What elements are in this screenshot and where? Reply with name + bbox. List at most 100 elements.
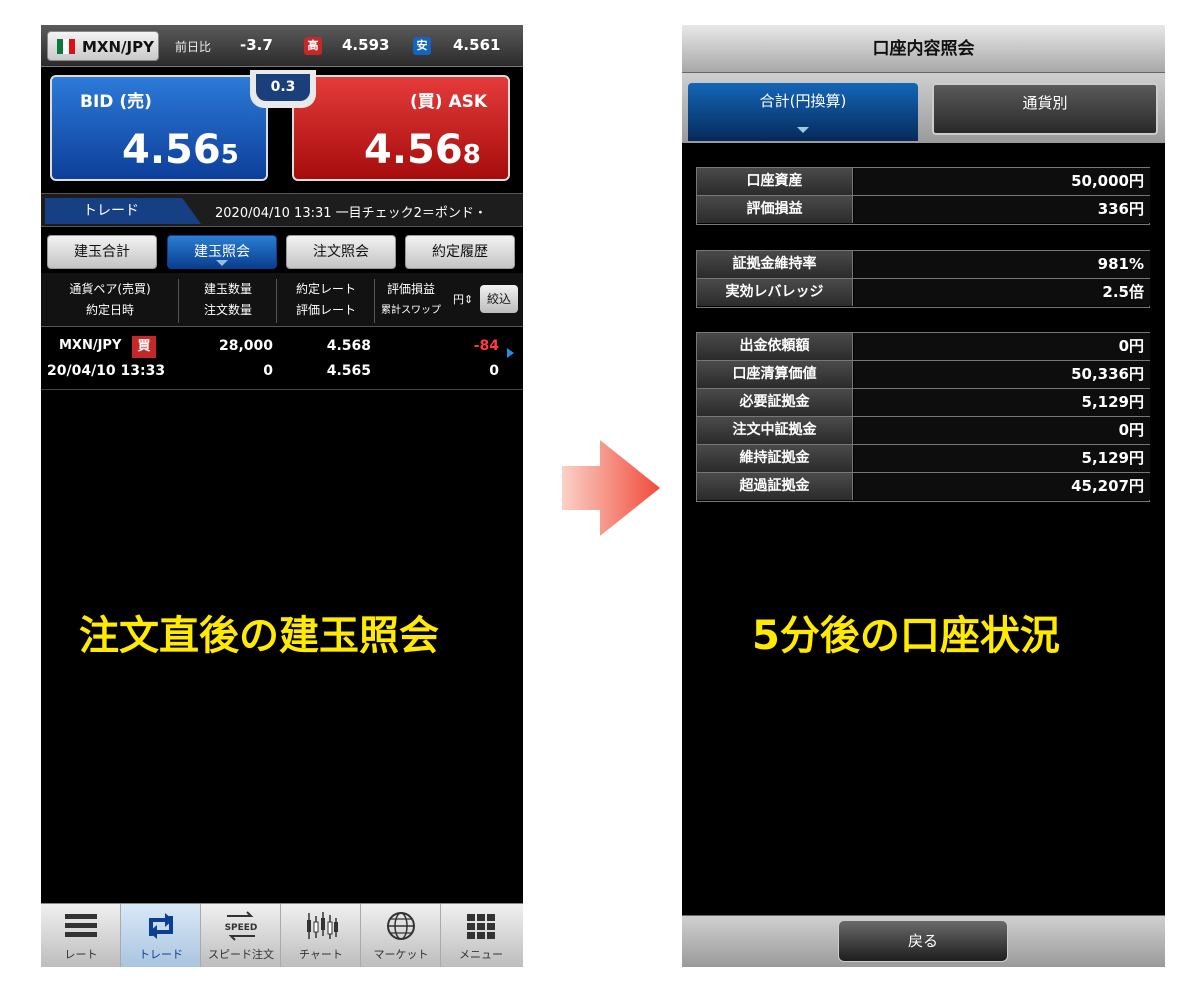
tab-chart-label: チャート	[299, 948, 343, 961]
table-row: 維持証拠金 5,129円	[697, 445, 1150, 473]
position-tabs: 建玉合計 建玉照会 注文照会 約定履歴	[41, 233, 523, 273]
bid-label: BID (売)	[80, 92, 152, 112]
sort-updown-icon: ⇕	[464, 293, 474, 306]
row-key: 出金依頼額	[697, 333, 853, 360]
tab-chart[interactable]: チャート	[281, 904, 361, 967]
speed-icon-text: SPEED	[225, 923, 258, 933]
tab-order-inquiry[interactable]: 注文照会	[286, 235, 396, 269]
tab-market[interactable]: マーケット	[361, 904, 441, 967]
low-value: 4.561	[453, 36, 501, 54]
margin-detail-table: 出金依頼額 0円 口座清算価値 50,336円 必要証拠金 5,129円 注文中証拠金…	[696, 332, 1150, 502]
low-badge: 安	[413, 37, 431, 55]
row-qty: 28,000	[218, 338, 273, 354]
header-divider	[178, 279, 179, 323]
candlestick-chart-icon	[307, 912, 338, 939]
spread-value: 0.3	[256, 74, 310, 101]
high-badge: 高	[304, 37, 322, 55]
footer-bar: 戻る	[682, 915, 1165, 967]
tab-total-jpy[interactable]: 合計(円換算)	[688, 83, 918, 141]
tab-trade-label: トレード	[139, 948, 183, 961]
top-bar: MXN/JPY 前日比 -3.7 高 4.593 安 4.561	[41, 25, 523, 67]
trade-label: トレード	[45, 198, 201, 224]
tab-position-inquiry[interactable]: 建玉照会	[167, 235, 277, 269]
row-value: 2.5倍	[854, 279, 1150, 306]
table-row: 必要証拠金 5,129円	[697, 389, 1150, 417]
row-key: 必要証拠金	[697, 389, 853, 416]
row-value: 50,336円	[854, 361, 1150, 388]
row-value: 50,000円	[854, 168, 1150, 195]
row-value: 45,207円	[854, 473, 1150, 500]
tab-execution-history[interactable]: 約定履歴	[405, 235, 515, 269]
table-row[interactable]: MXN/JPY 買 20/04/10 13:33 28,000 0 4.568 …	[41, 328, 523, 390]
unit-label: 円	[453, 293, 464, 306]
table-row: 評価損益 336円	[697, 196, 1150, 224]
header-swap-label: 累計スワップ	[381, 305, 441, 316]
header-rate-label: 約定レート	[295, 282, 356, 296]
change-label: 前日比	[175, 40, 212, 54]
row-eval-rate: 4.565	[326, 363, 371, 379]
margin-ratio-table: 証拠金維持率 981% 実効レバレッジ 2.5倍	[696, 250, 1150, 308]
header-pl: 評価損益 累計スワップ	[375, 279, 447, 321]
news-ticker[interactable]: 2020/04/10 13:31 一目チェック2＝ポンド・	[215, 202, 487, 221]
tab-rate-label: レート	[64, 948, 98, 961]
row-key: 超過証拠金	[697, 473, 853, 500]
tab-position-total[interactable]: 建玉合計	[47, 235, 157, 269]
trade-arrows-icon	[149, 913, 173, 939]
row-key: 維持証拠金	[697, 445, 853, 472]
currency-pair-button[interactable]: MXN/JPY	[47, 31, 159, 61]
high-value: 4.593	[342, 36, 390, 54]
change-value: -3.7	[240, 36, 273, 54]
table-row: 超過証拠金 45,207円	[697, 473, 1150, 501]
tab-market-label: マーケット	[373, 948, 429, 961]
table-row: 出金依頼額 0円	[697, 333, 1150, 361]
row-date: 20/04/10 13:33	[47, 363, 166, 379]
tab-trade[interactable]: トレード	[121, 904, 201, 967]
tab-rate[interactable]: レート	[41, 904, 121, 967]
ask-button[interactable]: (買) ASK 4.568	[292, 75, 510, 181]
account-balance-table: 口座資産 50,000円 評価損益 336円	[696, 167, 1150, 225]
row-key: 注文中証拠金	[697, 417, 853, 444]
table-row: 注文中証拠金 0円	[697, 417, 1150, 445]
row-order-qty: 0	[263, 363, 273, 379]
mexico-flag-icon	[57, 39, 75, 54]
ask-label: (買) ASK	[410, 92, 488, 112]
table-row: 実効レバレッジ 2.5倍	[697, 279, 1150, 307]
unit-toggle[interactable]: 円⇕	[453, 291, 473, 307]
tab-speed-order-label: スピード注文	[208, 948, 274, 961]
header-date-label: 約定日時	[85, 303, 134, 317]
row-value: 981%	[854, 251, 1150, 278]
header-qty-label: 建玉数量	[203, 282, 252, 296]
page-title: 口座内容照会	[682, 25, 1165, 73]
tab-menu-label: メニュー	[459, 948, 503, 961]
position-table-header: 通貨ペア(売買) 約定日時 建玉数量 注文数量 約定レート 評価レート 評価損益…	[41, 273, 523, 327]
grid-menu-icon	[467, 914, 495, 939]
tab-speed-order[interactable]: SPEED スピード注文	[201, 904, 281, 967]
ask-price: 4.568	[364, 127, 481, 173]
currency-pair-label: MXN/JPY	[82, 38, 154, 56]
trade-bar: トレード 2020/04/10 13:31 一目チェック2＝ポンド・	[41, 193, 523, 227]
header-divider	[276, 279, 277, 323]
table-row: 口座清算価値 50,336円	[697, 361, 1150, 389]
bid-button[interactable]: BID (売) 4.565	[50, 75, 268, 181]
ask-price-pip: 8	[462, 140, 481, 170]
row-key: 実効レバレッジ	[697, 279, 853, 306]
header-pair: 通貨ペア(売買) 約定日時	[55, 279, 165, 321]
header-pair-label: 通貨ペア(売買)	[69, 282, 151, 296]
filter-button[interactable]: 絞込	[480, 285, 518, 313]
tab-menu[interactable]: メニュー	[441, 904, 521, 967]
header-eval-rate-label: 評価レート	[295, 303, 356, 317]
buy-badge: 買	[132, 336, 156, 358]
row-value: 5,129円	[854, 389, 1150, 416]
row-value: 0円	[854, 417, 1150, 444]
row-swap: 0	[489, 363, 499, 379]
caption-left: 注文直後の建玉照会	[79, 613, 439, 659]
ask-price-main: 4.56	[364, 127, 463, 173]
row-value: 0円	[854, 333, 1150, 360]
row-value: 336円	[854, 196, 1150, 223]
table-row: 口座資産 50,000円	[697, 168, 1150, 196]
speed-icon: SPEED	[225, 911, 258, 941]
back-button[interactable]: 戻る	[838, 920, 1008, 962]
tab-by-currency[interactable]: 通貨別	[932, 83, 1158, 135]
row-key: 証拠金維持率	[697, 251, 853, 278]
bid-price: 4.565	[122, 127, 239, 173]
